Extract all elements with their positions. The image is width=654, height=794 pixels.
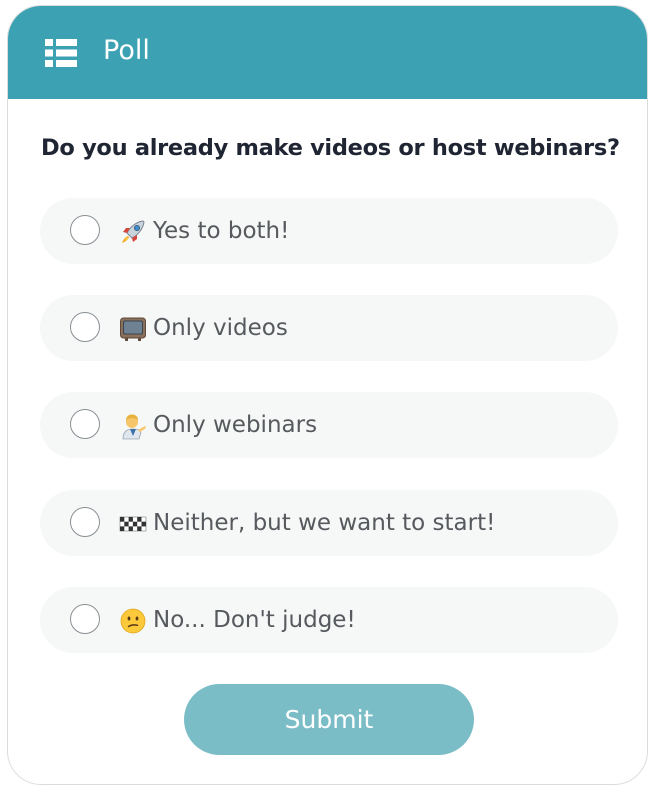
radio-button[interactable]	[70, 604, 100, 634]
option-label: Neither, but we want to start!	[153, 510, 496, 536]
submit-button[interactable]: Submit	[184, 684, 474, 755]
confused-face-icon	[120, 608, 146, 634]
rocket-icon	[122, 220, 145, 243]
poll-header: Poll	[8, 6, 647, 99]
poll-option-yes-to-both[interactable]: Yes to both!	[40, 198, 618, 264]
list-icon	[45, 39, 77, 67]
radio-button[interactable]	[70, 215, 100, 245]
poll-option-only-videos[interactable]: Only videos	[40, 295, 618, 361]
option-label: Yes to both!	[153, 218, 290, 244]
poll-question: Do you already make videos or host webin…	[41, 135, 620, 161]
poll-option-no[interactable]: No... Don't judge!	[40, 587, 618, 653]
poll-card: Poll Do you already make videos or host …	[7, 5, 648, 785]
radio-button[interactable]	[70, 507, 100, 537]
person-presenting-icon	[122, 414, 146, 440]
option-label: Only webinars	[153, 412, 318, 438]
poll-title: Poll	[103, 35, 150, 66]
option-label: Only videos	[153, 315, 288, 341]
option-label: No... Don't judge!	[153, 607, 356, 633]
radio-button[interactable]	[70, 409, 100, 439]
television-icon	[120, 317, 146, 341]
poll-option-neither[interactable]: Neither, but we want to start!	[40, 490, 618, 556]
checkered-flag-icon	[119, 516, 147, 532]
poll-option-only-webinars[interactable]: Only webinars	[40, 392, 618, 458]
radio-button[interactable]	[70, 312, 100, 342]
